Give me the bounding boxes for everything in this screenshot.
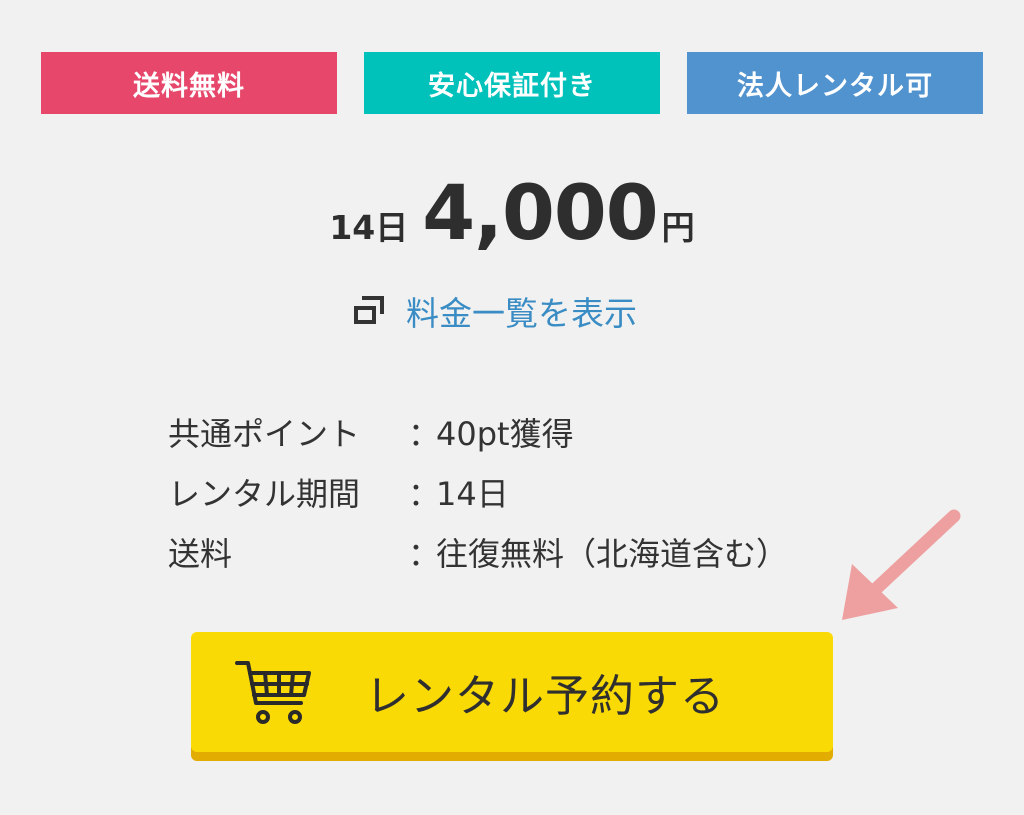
price-currency: 円 bbox=[661, 208, 695, 247]
info-row-period: レンタル期間 ： 14日 bbox=[168, 462, 788, 522]
rental-days: 14日 bbox=[329, 208, 409, 247]
price-amount: 4,000 bbox=[422, 168, 658, 257]
info-separator: ： bbox=[408, 475, 441, 513]
fee-list-link-label: 料金一覧を表示 bbox=[406, 294, 637, 333]
info-separator: ： bbox=[408, 535, 441, 573]
info-label: 送料 bbox=[168, 535, 233, 573]
price-display: 14日 4,000 円 bbox=[0, 168, 1024, 258]
badge-warranty: 安心保証付き bbox=[364, 52, 660, 114]
rental-info: 共通ポイント ： 40pt獲得 レンタル期間 ： 14日 送料 ： 往復無料（北… bbox=[168, 402, 788, 582]
info-value: 往復無料（北海道含む） bbox=[436, 535, 789, 573]
info-value: 40pt獲得 bbox=[436, 415, 574, 453]
reserve-button[interactable]: レンタル予約する bbox=[191, 632, 833, 752]
info-label: 共通ポイント bbox=[168, 415, 361, 453]
window-icon bbox=[352, 296, 384, 326]
info-separator: ： bbox=[408, 415, 441, 453]
reserve-button-label: レンタル予約する bbox=[365, 671, 725, 722]
info-row-points: 共通ポイント ： 40pt獲得 bbox=[168, 402, 788, 462]
info-row-shipping: 送料 ： 往復無料（北海道含む） bbox=[168, 522, 788, 582]
badge-free-shipping: 送料無料 bbox=[41, 52, 337, 114]
cart-icon bbox=[235, 661, 311, 724]
arrow-down-left-icon bbox=[842, 509, 961, 620]
feature-badges: 送料無料 安心保証付き 法人レンタル可 bbox=[41, 52, 983, 114]
info-value: 14日 bbox=[436, 475, 509, 513]
info-label: レンタル期間 bbox=[168, 475, 361, 513]
badge-corporate-rental: 法人レンタル可 bbox=[687, 52, 983, 114]
fee-list-link[interactable]: 料金一覧を表示 bbox=[352, 288, 637, 334]
